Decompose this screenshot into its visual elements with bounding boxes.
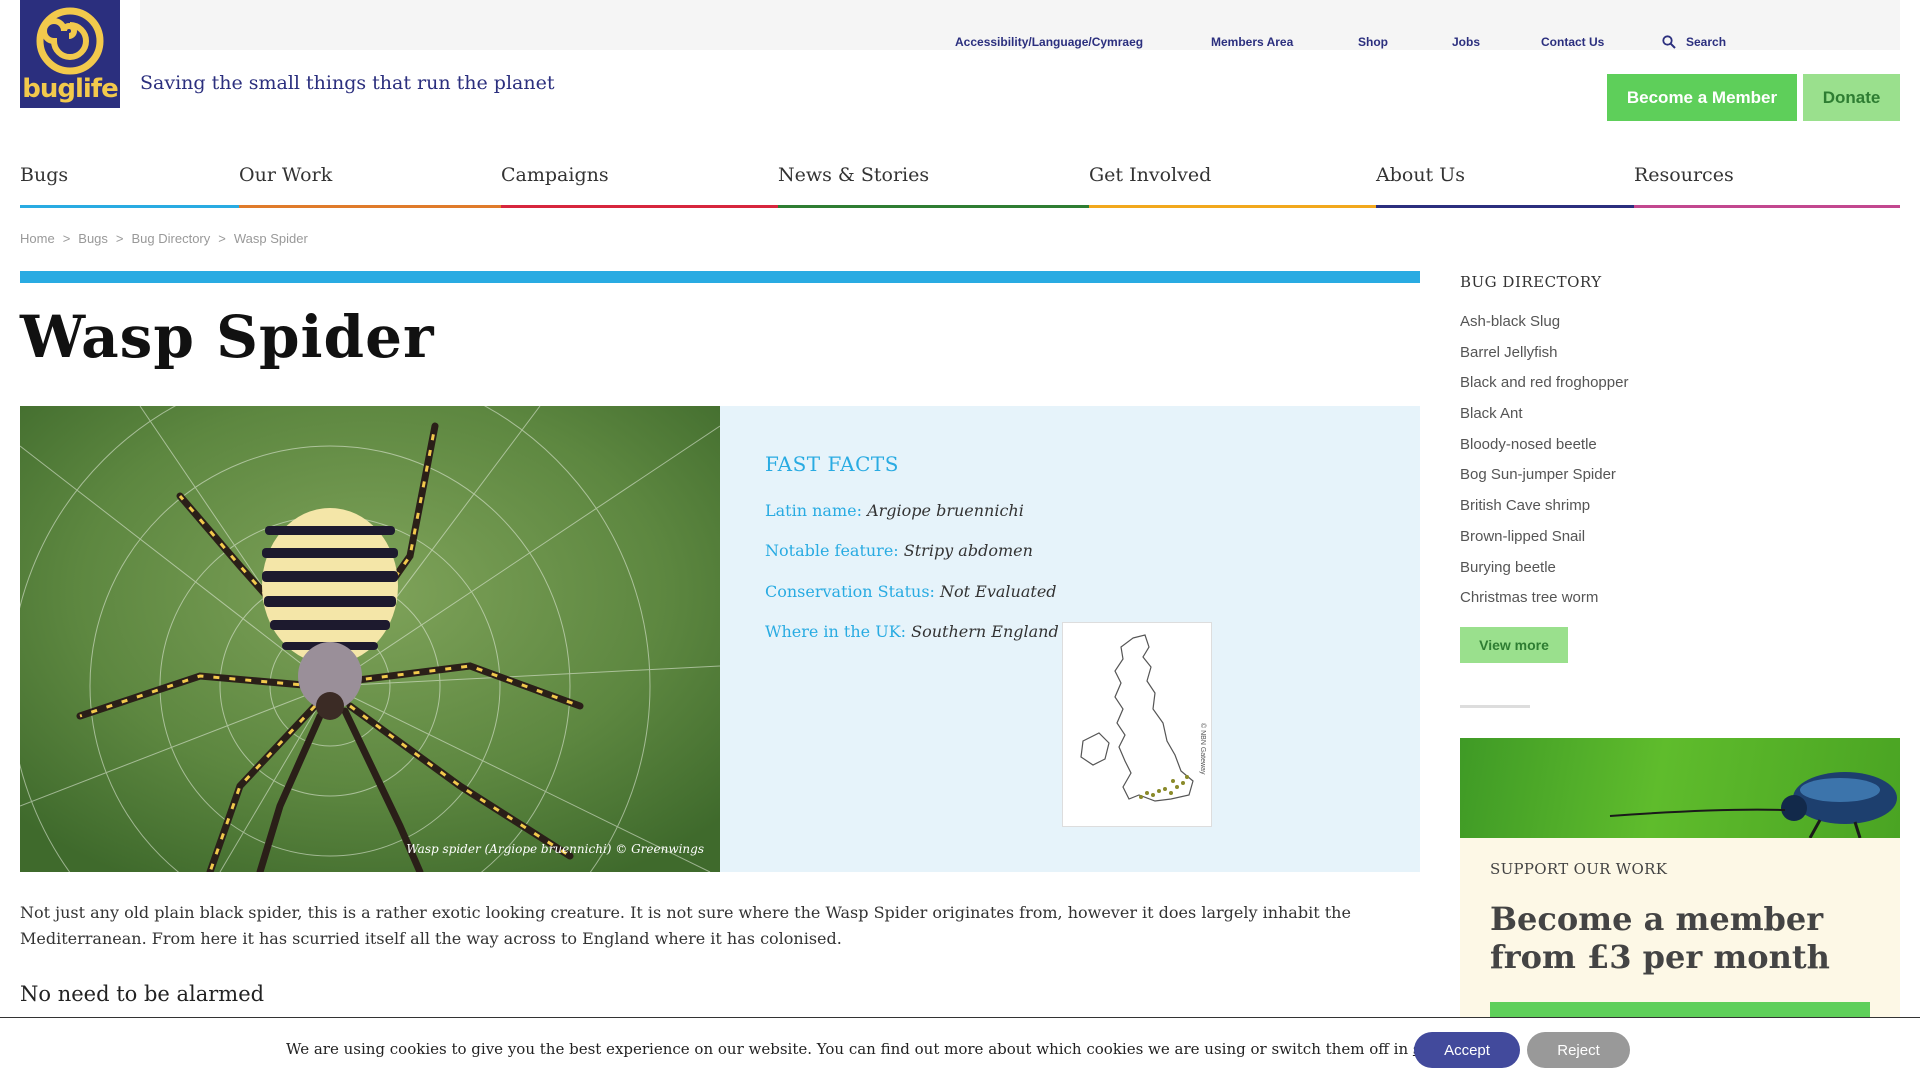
page-title: Wasp Spider [20,303,435,371]
cookie-banner: We are using cookies to give you the bes… [0,1017,1920,1080]
fast-facts-title: FAST FACTS [765,452,899,476]
bug-directory-list: Ash-black Slug Barrel Jellyfish Black an… [1460,311,1628,618]
species-hero: Wasp spider (Argiope bruennichi) © Green… [20,406,1420,872]
nav-underline [501,205,778,208]
directory-item[interactable]: Brown-lipped Snail [1460,526,1628,557]
cookie-text: We are using cookies to give you the bes… [286,1040,1413,1058]
title-accent-bar [20,271,1420,283]
bug-directory-title: BUG DIRECTORY [1460,273,1602,291]
fast-facts-panel: FAST FACTS Latin name: Argiope bruennich… [720,406,1420,872]
fact-label: Where in the UK: [765,622,907,641]
nav-label: News & Stories [778,164,930,186]
logo-wordmark: buglife [22,74,119,104]
nav-underline [1634,205,1900,208]
spiral-logo-icon [36,7,104,75]
nav-underline [239,205,501,208]
directory-item[interactable]: Christmas tree worm [1460,587,1628,618]
nav-campaigns[interactable]: Campaigns [501,150,778,208]
search-icon [1662,35,1676,49]
nav-underline [20,205,239,208]
directory-item[interactable]: Bloody-nosed beetle [1460,434,1628,465]
spider-illustration [20,406,720,872]
nav-news-stories[interactable]: News & Stories [778,150,1089,208]
accept-cookies-button[interactable]: Accept [1414,1032,1520,1068]
uk-map-icon: © NBN Gateway [1080,634,1207,802]
nav-label: About Us [1376,164,1465,186]
donate-button[interactable]: Donate [1803,74,1900,121]
distribution-map: © NBN Gateway [1062,622,1212,827]
nav-our-work[interactable]: Our Work [239,150,501,208]
support-kicker: SUPPORT OUR WORK [1490,860,1668,878]
breadcrumb-separator: > [218,231,226,246]
reject-cookies-button[interactable]: Reject [1527,1032,1630,1068]
beetle-icon [1609,772,1897,838]
nav-underline [778,205,1089,208]
fact-label: Notable feature: [765,541,899,560]
nav-underline [1089,205,1376,208]
nav-underline [1376,205,1634,208]
breadcrumb: Home > Bugs > Bug Directory > Wasp Spide… [20,231,308,246]
breadcrumb-current: Wasp Spider [233,231,308,246]
breadcrumb-bug-directory[interactable]: Bug Directory [132,231,211,246]
breadcrumb-separator: > [62,231,71,246]
nav-label: Resources [1634,164,1734,186]
main-nav: Bugs Our Work Campaigns News & Stories G… [20,150,1900,208]
fact-value: Southern England [911,622,1059,641]
nav-label: Get Involved [1089,164,1212,186]
photo-caption: Wasp spider (Argiope bruennichi) © Green… [406,842,704,856]
fact-where-in-uk: Where in the UK: Southern England [765,622,1059,641]
support-heading-line: Become a member [1490,900,1824,938]
section-subheading: No need to be alarmed [20,982,265,1006]
fact-value: Not Evaluated [940,582,1057,601]
breadcrumb-bugs[interactable]: Bugs [78,231,108,246]
nav-about-us[interactable]: About Us [1376,150,1634,208]
directory-item[interactable]: Burying beetle [1460,557,1628,588]
buglife-logo[interactable]: buglife [20,0,120,108]
fact-conservation-status: Conservation Status: Not Evaluated [765,582,1057,601]
wasp-spider-photo: Wasp spider (Argiope bruennichi) © Green… [20,406,720,872]
site-tagline: Saving the small things that run the pla… [140,72,555,94]
search-link[interactable]: Search [1662,17,1888,67]
directory-item[interactable]: Black and red froghopper [1460,372,1628,403]
fact-label: Conservation Status: [765,582,935,601]
fact-value: Stripy abdomen [903,541,1033,560]
map-credit: © NBN Gateway [1199,723,1207,775]
sidebar-divider [1460,705,1530,708]
fact-label: Latin name: [765,501,862,520]
breadcrumb-home[interactable]: Home [20,231,55,246]
beetle-banner-image [1460,738,1900,838]
support-heading-line: from £3 per month [1490,938,1830,976]
fact-notable-feature: Notable feature: Stripy abdomen [765,541,1033,560]
support-heading: Become a member from £3 per month [1490,900,1830,976]
become-member-button[interactable]: Become a Member [1607,74,1797,121]
cookie-message: We are using cookies to give you the bes… [286,1040,1478,1058]
fact-value: Argiope bruennichi [867,501,1024,520]
directory-item[interactable]: Barrel Jellyfish [1460,342,1628,373]
nav-resources[interactable]: Resources [1634,150,1900,208]
nav-label: Bugs [20,164,69,186]
view-more-button[interactable]: View more [1460,627,1568,663]
fact-latin-name: Latin name: Argiope bruennichi [765,501,1024,520]
nav-bugs[interactable]: Bugs [20,150,239,208]
directory-item[interactable]: British Cave shrimp [1460,495,1628,526]
intro-paragraph: Not just any old plain black spider, thi… [20,903,1351,948]
directory-item[interactable]: Bog Sun-jumper Spider [1460,464,1628,495]
nav-get-involved[interactable]: Get Involved [1089,150,1376,208]
directory-item[interactable]: Ash-black Slug [1460,311,1628,342]
nav-label: Campaigns [501,164,609,186]
directory-item[interactable]: Black Ant [1460,403,1628,434]
nav-label: Our Work [239,164,333,186]
breadcrumb-separator: > [115,231,124,246]
